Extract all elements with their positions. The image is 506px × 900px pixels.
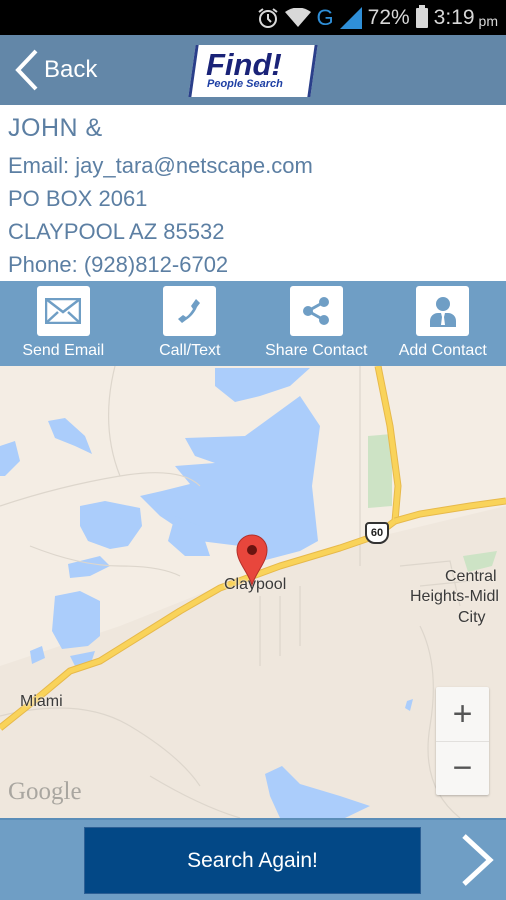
send-email-label: Send Email (22, 342, 105, 359)
battery-percent: 72% (367, 6, 410, 29)
add-contact-button[interactable]: Add Contact (380, 281, 506, 366)
contact-phone[interactable]: Phone: (928)812-6702 (8, 248, 506, 281)
map-label-miami: Miami (20, 693, 63, 710)
contact-details: JOHN & Email: jay_tara@netscape.com PO B… (0, 105, 506, 281)
contact-address-line1: PO BOX 2061 (8, 186, 148, 211)
add-contact-label: Add Contact (398, 342, 487, 359)
app-header: Back Find! People Search (0, 35, 506, 105)
contact-name: JOHN & (8, 114, 103, 142)
zoom-in-button[interactable]: + (436, 687, 489, 741)
share-contact-label: Share Contact (265, 342, 368, 359)
zoom-out-button[interactable]: − (436, 741, 489, 795)
bottom-bar: Search Again! (0, 818, 506, 900)
status-bar: G 72% 3:19 pm (0, 0, 506, 35)
network-type-icon: G (316, 5, 334, 30)
clock-time: 3:19 (433, 6, 475, 29)
map-zoom-controls: + − (436, 687, 489, 795)
location-marker-icon[interactable] (236, 534, 268, 586)
signal-icon (339, 7, 362, 29)
send-email-button[interactable]: Send Email (0, 281, 127, 366)
search-again-button[interactable]: Search Again! (84, 827, 421, 894)
back-button[interactable]: Back (14, 49, 97, 91)
person-icon (429, 297, 456, 327)
google-attribution-logo: Google (8, 778, 82, 805)
envelope-icon (45, 298, 82, 324)
battery-icon (415, 5, 428, 28)
call-text-button[interactable]: Call/Text (127, 281, 254, 366)
chevron-left-icon (15, 49, 38, 91)
phone-icon (177, 299, 200, 323)
map-label-heights: Heights-Midl (410, 588, 499, 605)
share-contact-button[interactable]: Share Contact (253, 281, 380, 366)
logo-subtitle: People Search (207, 78, 283, 90)
wifi-icon (284, 8, 311, 27)
highway-60-shield: 60 (365, 522, 389, 544)
map-label-city: City (458, 609, 486, 626)
map-label-central: Central (445, 568, 497, 585)
back-label: Back (44, 56, 98, 83)
map-view[interactable]: 60 Claypool Central Heights-Midl City Mi… (0, 366, 506, 818)
alarm-icon (257, 8, 278, 28)
app-logo: Find! People Search (188, 45, 318, 97)
contact-email[interactable]: Email: jay_tara@netscape.com (8, 149, 506, 182)
contact-address-line2: CLAYPOOL AZ 85532 (8, 219, 225, 244)
action-bar: Send Email Call/Text Share Contact Add C… (0, 281, 506, 366)
call-text-label: Call/Text (159, 342, 221, 359)
clock-ampm: pm (478, 12, 498, 29)
chevron-right-icon[interactable] (460, 834, 494, 886)
share-icon (303, 297, 330, 325)
